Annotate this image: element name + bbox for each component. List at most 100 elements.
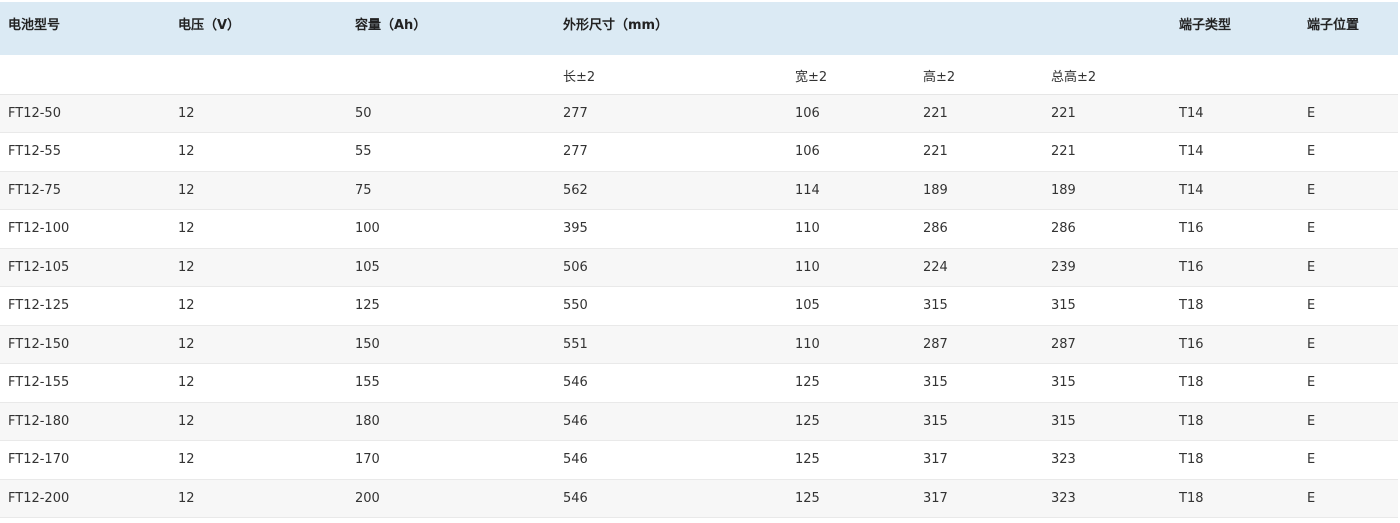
cell-width: 125 — [787, 440, 915, 480]
cell-model: FT12-100 — [0, 209, 170, 249]
header-cell-empty — [915, 2, 1043, 55]
cell-length: 277 — [555, 132, 787, 172]
cell-height: 315 — [915, 286, 1043, 326]
cell-model: FT12-105 — [0, 248, 170, 287]
cell-voltage: 12 — [170, 132, 347, 172]
cell-terminal-type: T18 — [1171, 402, 1299, 441]
cell-capacity: 180 — [347, 402, 555, 441]
cell-total-height: 323 — [1043, 440, 1171, 480]
header-cell-voltage: 电压（V） — [178, 18, 241, 33]
cell-width: 110 — [787, 209, 915, 249]
cell-terminal-type: T18 — [1171, 286, 1299, 326]
subheader-cell-length: 长±2 — [555, 55, 787, 95]
table-row: FT12-50 12 50 277 106 221 221 T14 E — [0, 94, 1398, 133]
header-cell-empty — [1043, 2, 1171, 55]
cell-terminal-position: E — [1299, 479, 1398, 518]
cell-width: 105 — [787, 286, 915, 326]
cell-terminal-position: E — [1299, 209, 1398, 249]
header-cell-terminal-position: 端子位置 — [1307, 18, 1360, 33]
header-cell-model: 电池型号 — [8, 18, 61, 33]
table-row: FT12-180 12 180 546 125 315 315 T18 E — [0, 402, 1398, 441]
cell-terminal-position: E — [1299, 286, 1398, 326]
cell-terminal-position: E — [1299, 402, 1398, 441]
cell-width: 110 — [787, 325, 915, 364]
cell-height: 224 — [915, 248, 1043, 287]
cell-width: 125 — [787, 363, 915, 403]
header-cell-dimensions: 外形尺寸（mm） — [563, 18, 669, 33]
cell-length: 546 — [555, 479, 787, 518]
cell-terminal-position: E — [1299, 363, 1398, 403]
cell-total-height: 189 — [1043, 171, 1171, 210]
cell-terminal-type: T16 — [1171, 248, 1299, 287]
cell-model: FT12-75 — [0, 171, 170, 210]
cell-model: FT12-170 — [0, 440, 170, 480]
cell-length: 546 — [555, 402, 787, 441]
cell-terminal-type: T18 — [1171, 363, 1299, 403]
cell-model: FT12-50 — [0, 94, 170, 133]
cell-model: FT12-155 — [0, 363, 170, 403]
cell-terminal-position: E — [1299, 440, 1398, 480]
cell-length: 551 — [555, 325, 787, 364]
cell-capacity: 105 — [347, 248, 555, 287]
subheader-cell-total-height: 总高±2 — [1043, 55, 1171, 95]
cell-length: 277 — [555, 94, 787, 133]
cell-terminal-type: T14 — [1171, 132, 1299, 172]
table-row: FT12-200 12 200 546 125 317 323 T18 E — [0, 479, 1398, 518]
cell-terminal-type: T16 — [1171, 325, 1299, 364]
subheader-cell-empty — [1171, 55, 1299, 95]
cell-length: 550 — [555, 286, 787, 326]
cell-terminal-type: T14 — [1171, 94, 1299, 133]
cell-terminal-type: T16 — [1171, 209, 1299, 249]
cell-voltage: 12 — [170, 94, 347, 133]
cell-length: 395 — [555, 209, 787, 249]
cell-terminal-type: T14 — [1171, 171, 1299, 210]
cell-total-height: 315 — [1043, 286, 1171, 326]
cell-terminal-type: T18 — [1171, 479, 1299, 518]
cell-length: 546 — [555, 363, 787, 403]
cell-width: 114 — [787, 171, 915, 210]
cell-total-height: 221 — [1043, 94, 1171, 133]
cell-total-height: 287 — [1043, 325, 1171, 364]
cell-voltage: 12 — [170, 440, 347, 480]
cell-capacity: 150 — [347, 325, 555, 364]
cell-capacity: 50 — [347, 94, 555, 133]
battery-spec-table: 电池型号 电压（V） 容量（Ah） 外形尺寸（mm） 端子类型 端子位置 长±2… — [0, 2, 1398, 518]
table-row: FT12-75 12 75 562 114 189 189 T14 E — [0, 171, 1398, 210]
cell-length: 546 — [555, 440, 787, 480]
cell-capacity: 170 — [347, 440, 555, 480]
cell-total-height: 323 — [1043, 479, 1171, 518]
table-header-row: 电池型号 电压（V） 容量（Ah） 外形尺寸（mm） 端子类型 端子位置 — [0, 2, 1398, 55]
subheader-cell-height: 高±2 — [915, 55, 1043, 95]
cell-capacity: 155 — [347, 363, 555, 403]
table-subheader-row: 长±2 宽±2 高±2 总高±2 — [0, 55, 1398, 95]
header-cell-capacity: 容量（Ah） — [355, 18, 427, 33]
cell-voltage: 12 — [170, 363, 347, 403]
cell-height: 315 — [915, 363, 1043, 403]
cell-height: 317 — [915, 479, 1043, 518]
cell-terminal-position: E — [1299, 248, 1398, 287]
cell-terminal-type: T18 — [1171, 440, 1299, 480]
table-row: FT12-155 12 155 546 125 315 315 T18 E — [0, 363, 1398, 403]
cell-voltage: 12 — [170, 209, 347, 249]
cell-width: 125 — [787, 402, 915, 441]
cell-width: 110 — [787, 248, 915, 287]
subheader-cell-width: 宽±2 — [787, 55, 915, 95]
cell-total-height: 315 — [1043, 402, 1171, 441]
cell-terminal-position: E — [1299, 171, 1398, 210]
cell-height: 287 — [915, 325, 1043, 364]
table-body: 电池型号 电压（V） 容量（Ah） 外形尺寸（mm） 端子类型 端子位置 长±2… — [0, 2, 1398, 518]
cell-height: 286 — [915, 209, 1043, 249]
subheader-cell-empty — [0, 55, 170, 95]
table-row: FT12-55 12 55 277 106 221 221 T14 E — [0, 132, 1398, 172]
cell-height: 221 — [915, 132, 1043, 172]
cell-model: FT12-180 — [0, 402, 170, 441]
table-row: FT12-150 12 150 551 110 287 287 T16 E — [0, 325, 1398, 364]
table-row: FT12-125 12 125 550 105 315 315 T18 E — [0, 286, 1398, 326]
table-row: FT12-100 12 100 395 110 286 286 T16 E — [0, 209, 1398, 249]
cell-voltage: 12 — [170, 325, 347, 364]
cell-capacity: 125 — [347, 286, 555, 326]
cell-width: 125 — [787, 479, 915, 518]
cell-capacity: 75 — [347, 171, 555, 210]
cell-total-height: 239 — [1043, 248, 1171, 287]
header-cell-terminal-type: 端子类型 — [1179, 18, 1232, 33]
